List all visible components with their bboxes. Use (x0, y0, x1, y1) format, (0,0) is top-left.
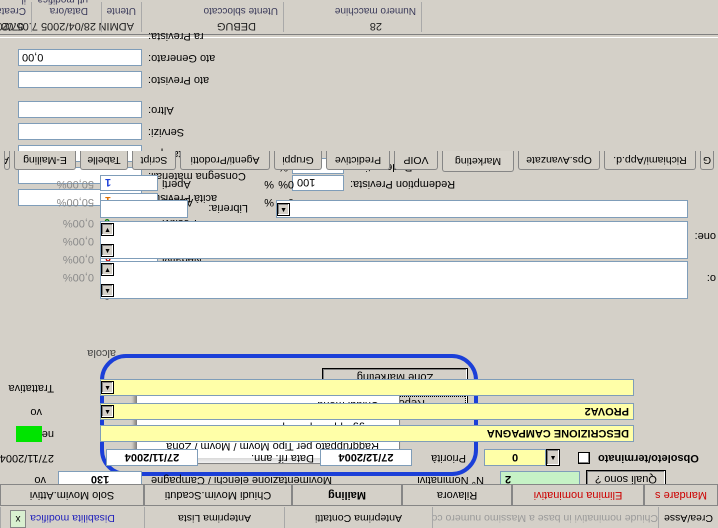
field-label-3: Servizi: (148, 126, 185, 138)
tab-voip[interactable]: VOIP (394, 151, 438, 170)
stat-count-aperti: 1 (100, 175, 158, 191)
data-inizio-input[interactable]: 27/11/2004 (106, 449, 198, 466)
descrizione-dropdown-icon[interactable]: ▲ (101, 405, 114, 418)
cmd-crea-asse[interactable]: Crea/Asse (658, 507, 718, 528)
memo-notes-scroll-down-icon[interactable]: ▼ (101, 263, 114, 276)
statusbar-separator-3 (141, 2, 142, 32)
priorita-spinner-icon[interactable]: ▲ (546, 449, 560, 466)
memo-notes-label: o: (706, 272, 716, 284)
field-input-3[interactable] (18, 123, 142, 140)
main-tab-strip: G Richiami/App.d. Ops.Avanzate Marketing… (0, 150, 718, 172)
tab-ops-avanzate[interactable]: Ops.Avanzate (518, 151, 600, 170)
priorita-label: Priorità (431, 452, 466, 464)
statusbar-separator-5 (31, 2, 32, 32)
stat-label-aperti: Aperti (162, 178, 191, 190)
titolo-label: ne (41, 428, 54, 440)
application-window: Numero macchine 28 Utente sbloccato DEBU… (0, 0, 718, 528)
tab-emailing[interactable]: E-Mailing (14, 151, 76, 170)
memo-conditions[interactable] (100, 221, 688, 259)
memo-cond-scroll-up-icon[interactable]: ▲ (101, 244, 114, 257)
obsoleto-checkbox[interactable] (578, 452, 590, 464)
stat-extra-aperti: 0 (287, 178, 294, 190)
descrizione-label: vo (30, 406, 42, 418)
cmd-rilavora[interactable]: Rilavora (402, 484, 512, 506)
tab-marketing[interactable]: Marketing (442, 151, 514, 172)
field-input-5[interactable] (18, 71, 142, 88)
tab-agenti-prodotti[interactable]: Agenti/Prodotti (180, 151, 270, 170)
cmd-solo-movim-attivi[interactable]: Solo Movim.Attivi (0, 484, 144, 506)
statusbar-divider (0, 34, 718, 38)
memo-conditions-label: one: (694, 230, 716, 242)
stat-pct-chiusi: 0,00% (62, 271, 94, 283)
field-label-5: ato Previsto: (148, 74, 210, 86)
data-inizio-label: 27/11/2004 (0, 452, 54, 464)
stat-pct-appuntamenti: 0,00% (62, 235, 94, 247)
stat-pct-negativi: 0,00% (62, 253, 94, 265)
statusbar-label-1: Utente sbloccato (203, 5, 279, 16)
memo-cond-scroll-down-icon[interactable]: ▼ (101, 223, 114, 236)
tab-a[interactable]: A (4, 151, 10, 170)
stats-header-label: alcola (87, 347, 116, 359)
cmd-anteprima-contatti[interactable]: Anteprima Contatti (284, 507, 432, 528)
data-fine-input[interactable]: 27/12/2004 (320, 449, 412, 466)
trattativa-label: Trattativa (8, 382, 54, 394)
stat-extra-unit-aperti: % (264, 178, 274, 190)
status-color-indicator (16, 426, 42, 442)
memo-third-scroll-icon[interactable]: ▲ (277, 203, 290, 216)
statusbar-separator-2 (283, 2, 284, 32)
stat-pct-attesa: 50,00% (56, 196, 94, 208)
status-bar: Numero macchine 28 Utente sbloccato DEBU… (0, 0, 718, 34)
statusbar-separator-4 (101, 2, 102, 32)
data-fine-label: Data rif. ann. (251, 452, 314, 464)
memo-third[interactable] (276, 200, 688, 218)
cmd-chiude-nominativi[interactable]: Chiude nominativi in base a Massimo nume… (432, 507, 658, 528)
statusbar-value-0: 28 (369, 20, 382, 32)
obsoleto-label: Obsoleto/terminato (598, 452, 699, 464)
field-input-6[interactable]: 0,00 (18, 49, 142, 66)
field-label-6: ato Generato: (148, 52, 216, 64)
tab-predictive[interactable]: Predictive (326, 151, 390, 170)
stat-extra-unit-attesa: % (264, 196, 274, 208)
statusbar-label-2: Utente (106, 5, 136, 16)
cmd-mailing[interactable]: Mailing (292, 484, 402, 506)
statusbar-separator-1 (421, 2, 422, 32)
redemption-prevista-value[interactable]: 100 (292, 175, 344, 191)
cmd-anteprima-lista[interactable]: Anteprima Lista (144, 507, 284, 528)
cmd-chiudi-movim-scaduti[interactable]: Chiudi Movim.Scaduti (144, 484, 292, 506)
statusbar-label-0: Numero macchine (334, 5, 416, 16)
statusbar-value-2: ADMIN (98, 20, 134, 32)
tab-g[interactable]: G (700, 151, 714, 170)
priorita-input[interactable]: 0 (484, 449, 546, 466)
trattativa-dropdown-icon[interactable]: ▲ (101, 381, 114, 394)
tab-tabelle[interactable]: Tabelle (80, 151, 128, 170)
memo-notes-scroll-up-icon[interactable]: ▲ (101, 284, 114, 297)
stat-pct-aperti: 50,00% (56, 178, 94, 190)
cmd-elimina-nominativi[interactable]: Elimina nominativi (512, 484, 644, 506)
libreria-label: Libreria: (208, 202, 248, 214)
tab-gruppi[interactable]: Gruppi (274, 151, 322, 170)
titolo-input[interactable]: DESCRIZIONE CAMPAGNA (100, 425, 634, 442)
tab-script[interactable]: Script (132, 151, 176, 170)
trattativa-input[interactable] (100, 379, 634, 396)
field-label-7: ra Prevista: (148, 30, 204, 42)
memo-notes[interactable] (100, 261, 688, 299)
redemption-prevista-unit: % (278, 178, 288, 190)
field-input-4[interactable] (18, 101, 142, 118)
redemption-prevista-label: Redemption Prevista: (350, 178, 456, 190)
stat-pct-positivi: 0,00% (62, 217, 94, 229)
tab-richiami-appd[interactable]: Richiami/App.d. (604, 151, 696, 170)
close-button[interactable]: x (10, 510, 26, 528)
cmd-mandare[interactable]: Mandare s (644, 484, 718, 506)
libreria-input[interactable] (100, 200, 188, 218)
statusbar-value-4: 07/2005 (0, 20, 24, 32)
descrizione-input[interactable]: PROVA2 (100, 403, 634, 420)
statusbar-label-4: Creata il (0, 0, 26, 16)
field-label-4: Altro: (148, 104, 174, 116)
